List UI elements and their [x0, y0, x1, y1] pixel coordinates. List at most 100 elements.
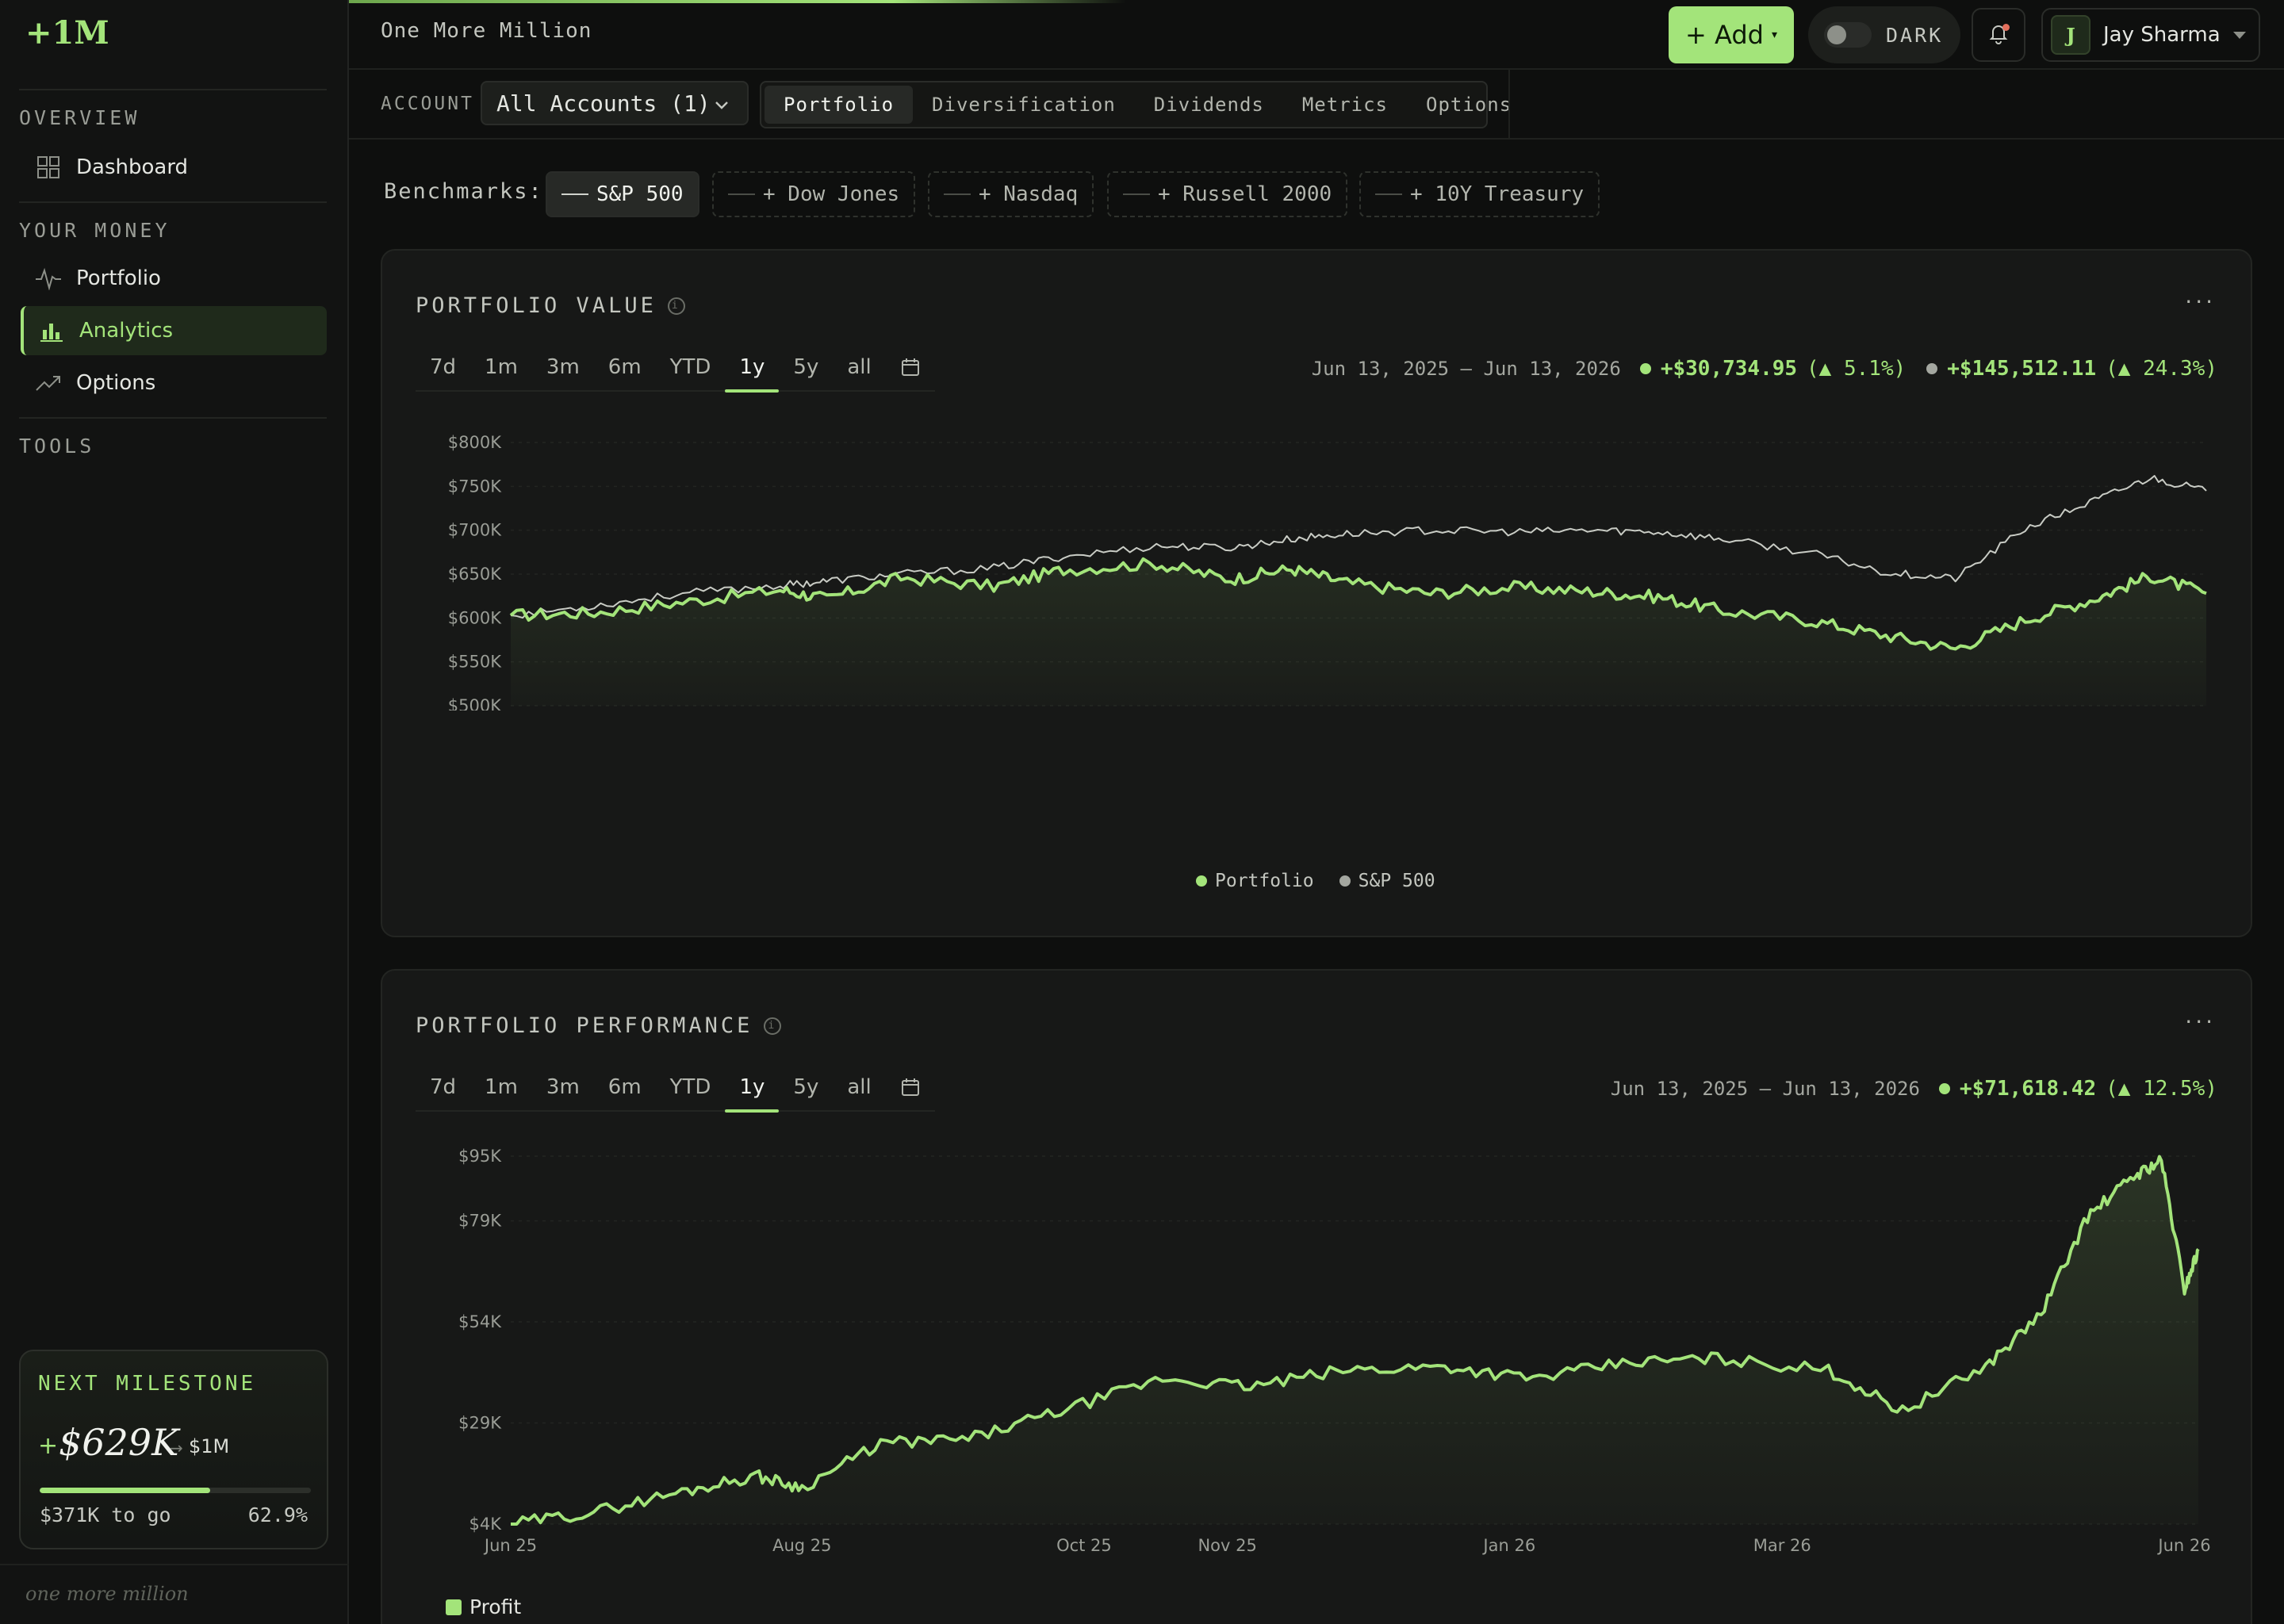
portfolio-change-value: +$30,734.95 [1660, 357, 1798, 381]
sidebar-item-options[interactable]: Options [21, 358, 327, 408]
range-tab-3m[interactable]: 3m [532, 343, 594, 391]
range-tabs: 7d 1m 3m 6m YTD 1y 5y all [416, 343, 935, 393]
x-tick-label: Jan 26 [1481, 1536, 1535, 1555]
x-tick-label: Aug 25 [772, 1536, 831, 1555]
card-title: PORTFOLIO VALUE i [416, 293, 685, 318]
tab-options[interactable]: Options [1407, 86, 1531, 124]
legend-item-profit[interactable]: Profit [446, 1595, 521, 1618]
sidebar-section-your-money: YOUR MONEY [19, 219, 171, 242]
portfolio-value-card: PORTFOLIO VALUE i ··· 7d 1m 3m 6m YTD 1y 5y all… [381, 249, 2252, 937]
y-tick-label: $750K [448, 477, 502, 496]
portfolio-performance-stats: Jun 13, 2025 – Jun 13, 2026 +$71,618.42 … [1611, 1077, 2217, 1101]
range-tab-ytd[interactable]: YTD [656, 343, 726, 391]
x-tick-label: Nov 25 [1198, 1536, 1256, 1555]
account-label: ACCOUNT [381, 94, 474, 114]
benchmark-chip-russell-2000[interactable]: + Russell 2000 [1107, 171, 1348, 217]
benchmark-chip-dow-jones[interactable]: + Dow Jones [712, 171, 916, 217]
profit-change-value: +$71,618.42 [1959, 1077, 2097, 1101]
user-name: Jay Sharma [2103, 23, 2221, 47]
benchmark-chip-label: + 10Y Treasury [1410, 182, 1585, 206]
range-tab-7d[interactable]: 7d [416, 1063, 470, 1111]
y-tick-label: $54K [458, 1312, 502, 1331]
range-tab-5y[interactable]: 5y [779, 343, 833, 391]
profit-dot [1938, 1083, 1950, 1094]
sidebar-item-label: Options [76, 371, 156, 395]
range-tab-1m[interactable]: 1m [470, 1063, 532, 1111]
benchmark-chip-nasdaq[interactable]: + Nasdaq [928, 171, 1094, 217]
legend-item-portfolio[interactable]: Portfolio [1196, 871, 1314, 891]
theme-toggle[interactable]: DARK [1808, 6, 1960, 63]
more-options-icon[interactable]: ··· [2185, 1009, 2216, 1035]
toggle-track [1824, 22, 1872, 48]
benchmarks-label: Benchmarks: [384, 179, 543, 204]
add-button[interactable]: + Add ▾ [1669, 6, 1794, 63]
range-tab-3m[interactable]: 3m [532, 1063, 594, 1111]
benchmark-change-value: +$145,512.11 [1947, 357, 2097, 381]
account-bar-divider [1508, 70, 1510, 140]
benchmark-chip-sp500[interactable]: S&P 500 [546, 171, 699, 217]
sidebar-item-dashboard[interactable]: Dashboard [21, 143, 327, 192]
series-line-icon [944, 193, 971, 195]
user-menu[interactable]: J Jay Sharma [2041, 8, 2260, 62]
profit-area [511, 1156, 2198, 1524]
milestone-title: NEXT MILESTONE [38, 1372, 257, 1396]
card-title: PORTFOLIO PERFORMANCE i [416, 1013, 782, 1038]
tab-metrics[interactable]: Metrics [1283, 86, 1407, 124]
portfolio-value-stats: Jun 13, 2025 – Jun 13, 2026 +$30,734.95 … [1312, 357, 2217, 381]
grid-icon [35, 154, 62, 181]
sidebar-footer-divider [0, 1564, 349, 1565]
range-tab-1y[interactable]: 1y [725, 343, 780, 393]
benchmark-chip-label: + Nasdaq [979, 182, 1079, 206]
milestone-percent: 62.9% [247, 1503, 308, 1526]
series-line-icon [561, 193, 588, 195]
range-tab-ytd[interactable]: YTD [656, 1063, 726, 1111]
tab-portfolio[interactable]: Portfolio [765, 86, 914, 124]
more-options-icon[interactable]: ··· [2185, 289, 2216, 315]
theme-label: DARK [1886, 23, 1944, 47]
x-tick-label: Jun 25 [483, 1536, 537, 1555]
section-tabs: Portfolio Diversification Dividends Metr… [760, 81, 1511, 128]
range-tab-7d[interactable]: 7d [416, 343, 470, 391]
milestone-plus: + [38, 1432, 59, 1460]
legend-label: Portfolio [1215, 871, 1314, 891]
legend-item-sp500[interactable]: S&P 500 [1339, 871, 1435, 891]
info-icon[interactable]: i [667, 297, 685, 315]
range-tabs: 7d 1m 3m 6m YTD 1y 5y all [416, 1063, 935, 1113]
footer-brand: one more million [25, 1583, 189, 1605]
sidebar-item-portfolio[interactable]: Portfolio [21, 254, 327, 303]
range-tab-all[interactable]: all [833, 1063, 885, 1111]
notifications-button[interactable] [1972, 8, 2025, 62]
calendar-icon[interactable] [886, 343, 935, 391]
portfolio-dot [1639, 363, 1651, 374]
range-tab-6m[interactable]: 6m [594, 1063, 656, 1111]
tab-dividends[interactable]: Dividends [1135, 86, 1283, 124]
sidebar-divider [19, 201, 327, 203]
milestone-progress-bar [40, 1488, 311, 1493]
range-tab-1m[interactable]: 1m [470, 343, 532, 391]
portfolio-performance-card: PORTFOLIO PERFORMANCE i ··· 7d 1m 3m 6m YTD 1… [381, 969, 2252, 1624]
range-tab-6m[interactable]: 6m [594, 343, 656, 391]
milestone-to-go: $371K to go [40, 1503, 171, 1526]
range-tab-1y[interactable]: 1y [725, 1063, 780, 1113]
legend-swatch [1196, 875, 1207, 887]
benchmark-chip-label: + Dow Jones [763, 182, 900, 206]
x-tick-label: Oct 25 [1056, 1536, 1112, 1555]
sidebar-divider [19, 417, 327, 419]
tab-diversification[interactable]: Diversification [913, 86, 1135, 124]
account-bar: ACCOUNT All Accounts (1) Portfolio Diver… [349, 70, 2284, 140]
y-tick-label: $95K [458, 1147, 502, 1166]
info-icon[interactable]: i [764, 1017, 782, 1035]
range-tab-all[interactable]: all [833, 343, 885, 391]
calendar-icon[interactable] [886, 1063, 935, 1111]
range-tab-5y[interactable]: 5y [779, 1063, 833, 1111]
pulse-icon [35, 265, 62, 292]
y-tick-label: $550K [448, 653, 502, 672]
y-tick-label: $500K [448, 696, 502, 710]
benchmark-chip-10y-treasury[interactable]: + 10Y Treasury [1359, 171, 1600, 217]
app-logo[interactable]: +1M [25, 14, 109, 52]
account-select[interactable]: All Accounts (1) [481, 81, 749, 125]
chart-legend: Profit [446, 1595, 521, 1618]
legend-swatch [446, 1599, 462, 1615]
sidebar-item-analytics[interactable]: Analytics [21, 306, 327, 355]
legend-label: S&P 500 [1358, 871, 1435, 891]
